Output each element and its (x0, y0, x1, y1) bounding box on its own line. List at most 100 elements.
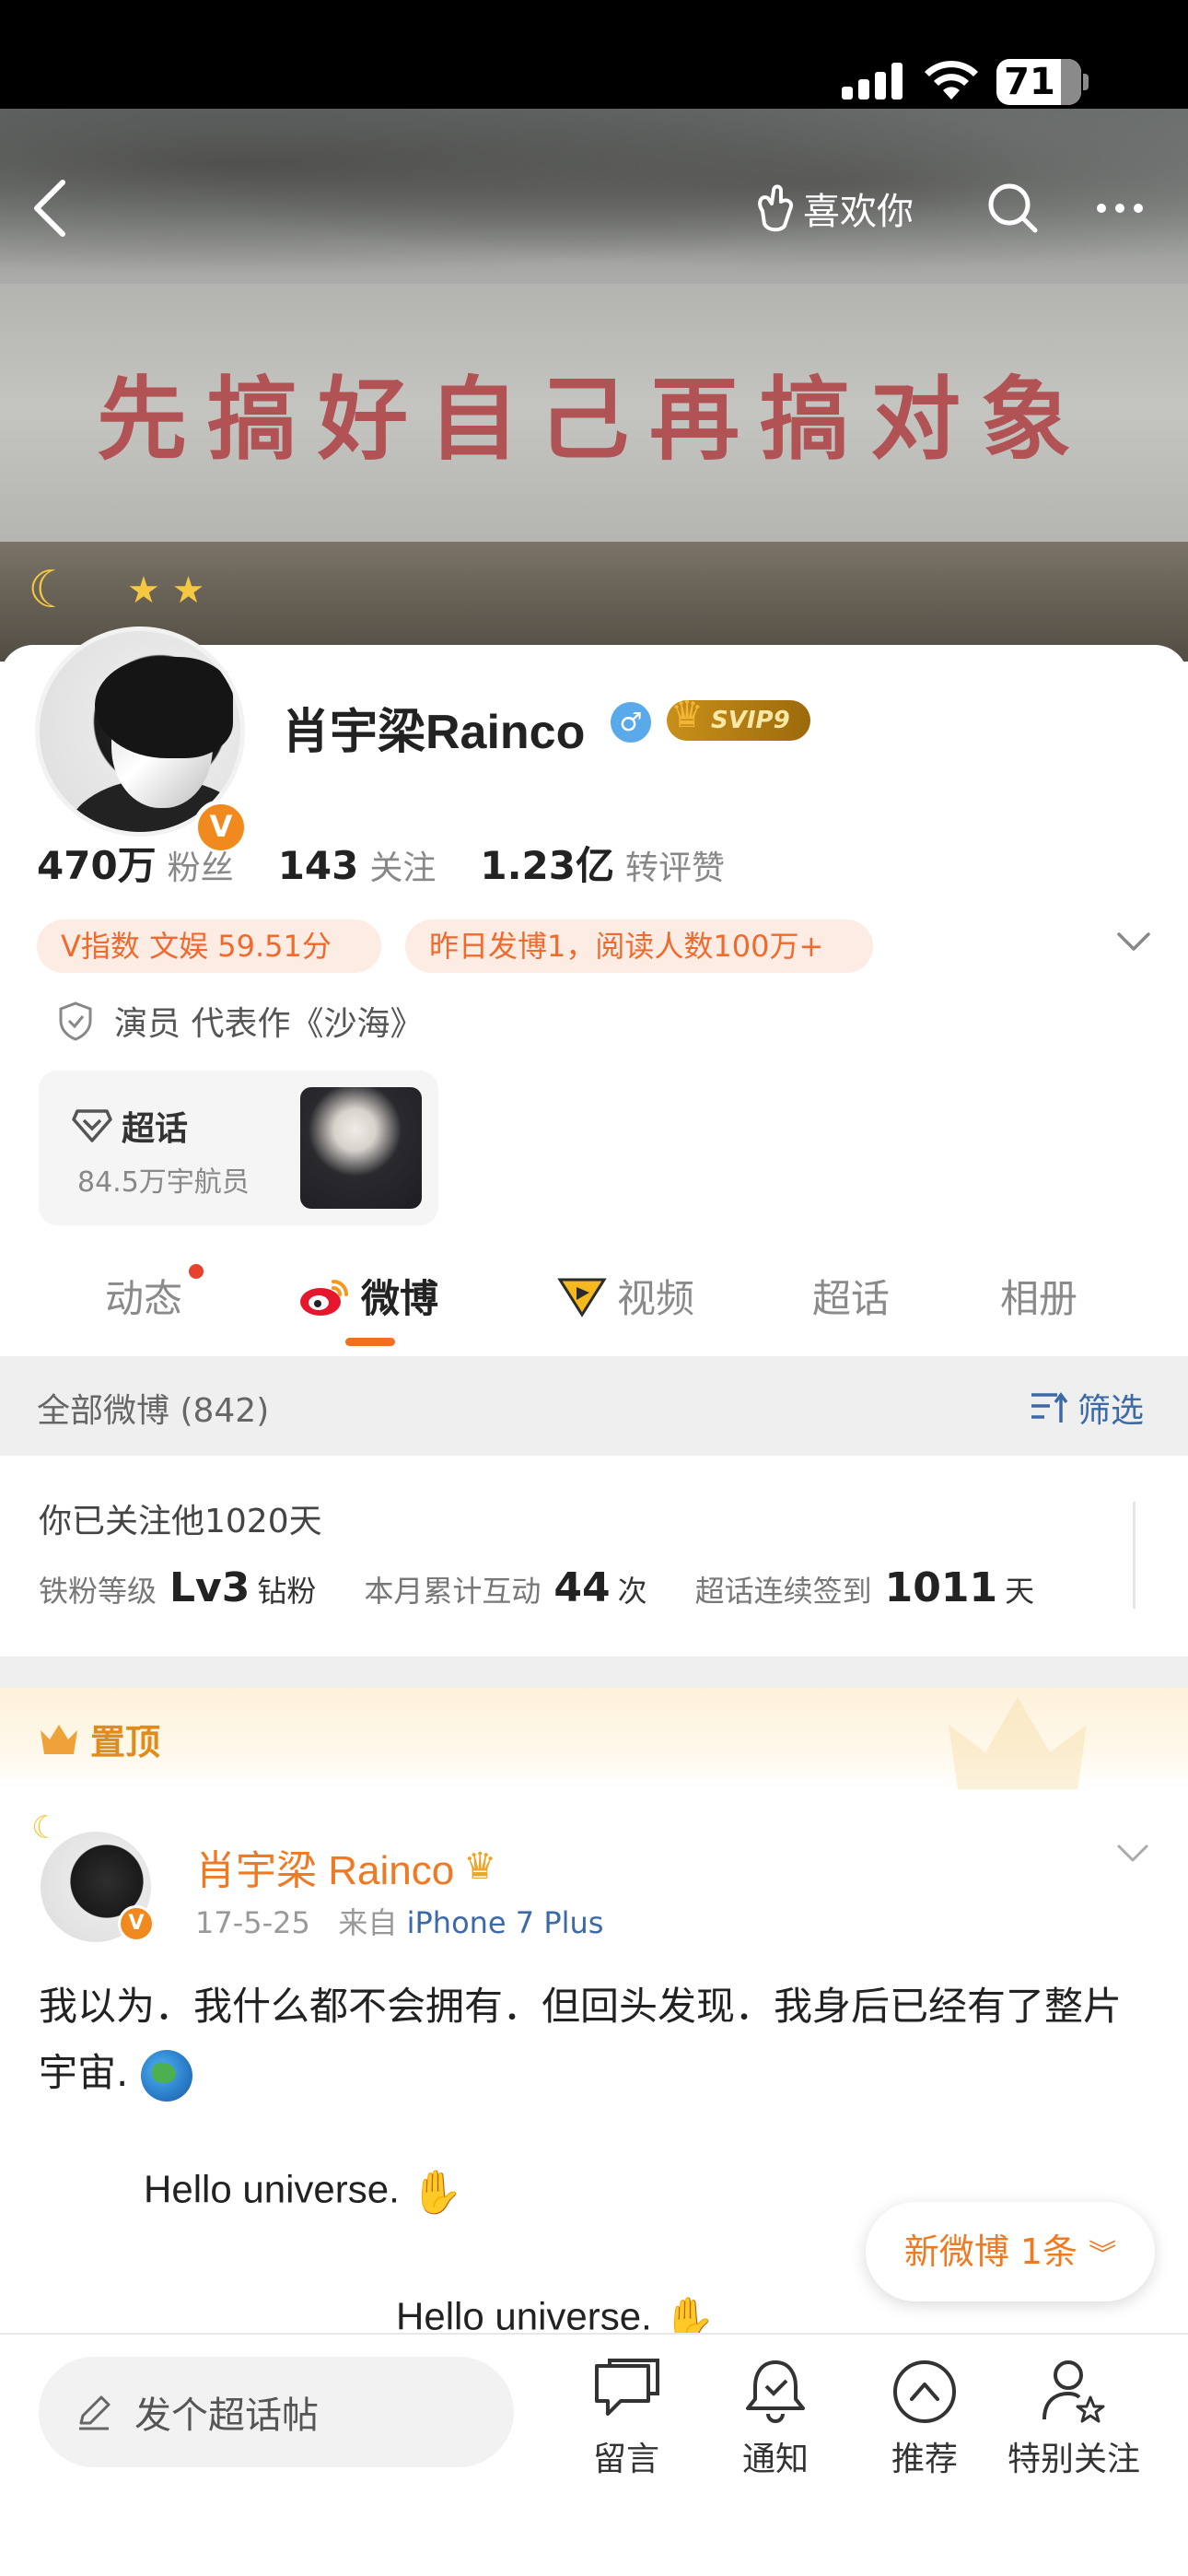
user-star-icon (1042, 2360, 1105, 2423)
checkin-unit: 天 (1005, 1574, 1035, 1609)
message-icon (595, 2359, 659, 2416)
astronaut-moon-icon: ☾ (31, 1809, 60, 1846)
chevron-down-icon[interactable] (1116, 1843, 1149, 1865)
recommend-button[interactable]: 推荐 (851, 2357, 998, 2480)
tab-label: 视频 (617, 1276, 695, 1321)
filter-icon (1031, 1392, 1068, 1423)
special-follow-label: 特别关注 (1007, 2441, 1140, 2478)
post-source-prefix: 来自 (338, 1905, 398, 1940)
status-bar: 71 (0, 0, 1188, 109)
post-text[interactable]: 我以为．我什么都不会拥有．但回头发现．我身后已经有了整片宇宙. (39, 1973, 1153, 2106)
pinned-label: 置顶 (90, 1722, 161, 1762)
hand-icon: ✋ (410, 2168, 463, 2216)
globe-icon (140, 2049, 192, 2102)
like-you-button[interactable]: 喜欢你 (753, 181, 914, 236)
stat-label: 转评赞 (625, 849, 726, 887)
tab-video[interactable]: 视频 (556, 1268, 694, 1324)
checkin-value: 1011 (884, 1564, 998, 1611)
post-author-avatar[interactable]: ☾ V (31, 1809, 157, 1946)
bell-icon (746, 2360, 805, 2423)
profile-avatar[interactable]: ☾ ★ ★ V (28, 560, 249, 855)
stat-following[interactable]: 143 关注 (278, 841, 437, 889)
occupation-text: 演员 代表作《沙海》 (114, 1005, 424, 1043)
monthly-interactions-value: 44 (553, 1564, 611, 1611)
like-you-label: 喜欢你 (803, 191, 914, 233)
filter-label: 筛选 (1077, 1392, 1145, 1430)
tab-super-topic[interactable]: 超话 (812, 1268, 890, 1324)
bottom-bar: 发个超话帖 留言 通知 推荐 特别关注 (0, 2333, 1188, 2576)
crown-icon: ♛ (670, 694, 704, 736)
recommend-label: 推荐 (891, 2441, 958, 2478)
message-label: 留言 (592, 2441, 659, 2478)
chevron-down-icon[interactable] (1116, 931, 1151, 954)
search-icon[interactable] (985, 181, 1041, 236)
double-chevron-down-icon: ︾ (1089, 2239, 1117, 2271)
tab-label: 动态 (105, 1276, 183, 1321)
battery-icon: 71 (996, 59, 1081, 105)
super-topic-card[interactable]: 超话 84.5万宇航员 (39, 1071, 438, 1225)
battery-level: 71 (1004, 61, 1055, 103)
svip-label: SVIP9 (711, 707, 790, 734)
pinned-banner: 置顶 (0, 1688, 1188, 1789)
tab-label: 微博 (361, 1276, 439, 1321)
stars-icon: ★ ★ (127, 569, 205, 612)
message-button[interactable]: 留言 (553, 2357, 700, 2480)
stat-number: 143 (277, 843, 359, 888)
new-weibo-button[interactable]: 新微博 1条 ︾ (866, 2202, 1155, 2301)
astronaut-moon-icon: ☾ (28, 560, 75, 620)
tab-label: 超话 (812, 1276, 891, 1321)
crown-icon: ♛ (463, 1846, 497, 1887)
battery-cap (1083, 74, 1089, 90)
monthly-interactions-label: 本月累计互动 (364, 1574, 542, 1609)
stat-followers[interactable]: 470万 粉丝 (37, 835, 234, 891)
post-input-placeholder: 发个超话帖 (134, 2395, 319, 2437)
verified-badge: V (118, 1905, 155, 1942)
tab-label: 相册 (1000, 1276, 1078, 1321)
post-author-name[interactable]: 肖宇梁 Rainco ♛ (195, 1837, 496, 1896)
profile-stats: 470万 粉丝 143 关注 1.23亿 转评赞 (37, 835, 769, 891)
filter-button[interactable]: 筛选 (1030, 1384, 1144, 1432)
post-author-label: 肖宇梁 Rainco (195, 1848, 455, 1893)
back-icon[interactable] (31, 179, 68, 238)
more-icon[interactable] (1092, 181, 1147, 236)
pinned-label-row: 置顶 (37, 1714, 160, 1764)
super-topic-label: 超话 (122, 1110, 189, 1148)
section-gap (0, 1657, 1188, 1688)
profile-name: 肖宇梁Rainco (282, 706, 586, 759)
diamond-icon (72, 1109, 112, 1142)
super-topic-post-input[interactable]: 发个超话帖 (39, 2357, 514, 2467)
male-icon: ♂ (611, 702, 651, 743)
v-index-pill[interactable]: V指数 文娱 59.51分 (37, 919, 381, 973)
post-meta: 17-5-25 来自 iPhone 7 Plus (195, 1900, 603, 1942)
tab-dynamic[interactable]: 动态 (105, 1268, 182, 1324)
super-topic-thumbnail (300, 1087, 422, 1209)
yesterday-posts-pill[interactable]: 昨日发博1，阅读人数100万+ (405, 919, 873, 973)
post-date: 17-5-25 (195, 1905, 310, 1940)
post-line: Hello universe. ✋ (144, 2167, 463, 2218)
all-weibo-count: 全部微博 (842) (37, 1392, 270, 1430)
stat-interactions[interactable]: 1.23亿 转评赞 (480, 835, 725, 891)
hand-heart-icon (758, 184, 793, 232)
profile-tabs: 动态 微博 视频 超话 相册 (0, 1253, 1188, 1354)
fan-level-label: 铁粉等级 (39, 1574, 157, 1609)
fan-stats-row: 铁粉等级 Lv3 钻粉 本月累计互动 44 次 超话连续签到 1011 天 (39, 1564, 1034, 1611)
monthly-interactions-unit: 次 (617, 1574, 647, 1609)
follow-days: 你已关注他1020天 (39, 1503, 322, 1540)
post-line-text: Hello universe. (144, 2167, 400, 2211)
post-body: 我以为．我什么都不会拥有．但回头发现．我身后已经有了整片宇宙. (39, 1984, 1123, 2095)
video-icon (557, 1278, 607, 1317)
pencil-icon (79, 2395, 111, 2430)
notification-button[interactable]: 通知 (702, 2357, 849, 2480)
weibo-logo-icon (300, 1279, 348, 1316)
tab-weibo[interactable]: 微博 (297, 1268, 438, 1324)
crown-watermark-icon (949, 1697, 1087, 1789)
fan-info-card[interactable]: 你已关注他1020天 铁粉等级 Lv3 钻粉 本月累计互动 44 次 超话连续签… (0, 1456, 1188, 1657)
tab-album[interactable]: 相册 (1000, 1268, 1077, 1324)
occupation-row: 演员 代表作《沙海》 (57, 997, 423, 1045)
tab-active-indicator (345, 1338, 395, 1346)
post-source[interactable]: iPhone 7 Plus (407, 1905, 604, 1940)
svip-badge[interactable]: ♛ SVIP9 (667, 695, 810, 741)
notification-label: 通知 (741, 2441, 809, 2478)
special-follow-button[interactable]: 特别关注 (1000, 2357, 1147, 2480)
unread-dot (189, 1264, 204, 1279)
